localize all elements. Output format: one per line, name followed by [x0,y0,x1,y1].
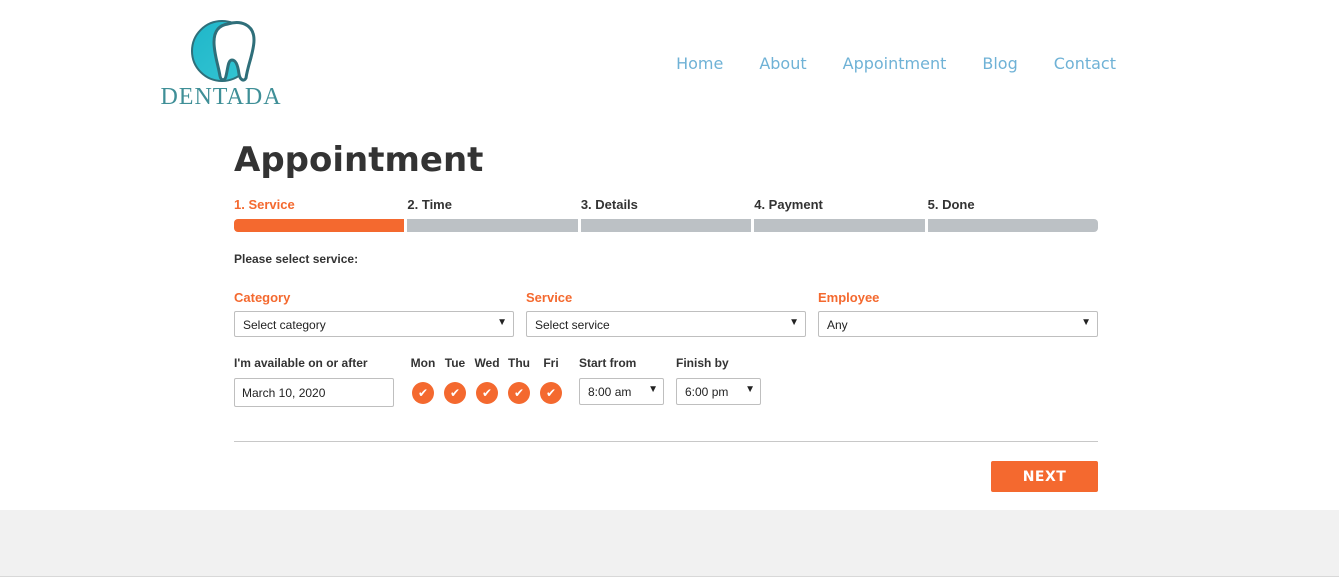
start-from-value: 8:00 am [588,385,632,399]
weekday-selector: Mon ✔ Tue ✔ Wed ✔ Thu ✔ Fri ✔ [409,356,565,404]
page-title: Appointment [234,140,484,180]
main-nav: Home About Appointment Blog Contact [676,54,1116,73]
logo-text: DENTADA [160,84,282,110]
category-value: Select category [243,318,326,332]
step-bar [234,219,405,232]
nav-blog[interactable]: Blog [982,54,1017,73]
step-bar [927,219,1099,232]
checkmark-icon[interactable]: ✔ [476,382,498,404]
date-label: I'm available on or after [234,356,368,370]
finish-by-label: Finish by [676,356,729,370]
day-wed: Wed ✔ [473,356,501,404]
caret-down-icon: ▼ [497,317,507,328]
day-label: Thu [508,356,530,370]
checkmark-icon[interactable]: ✔ [508,382,530,404]
date-field: I'm available on or after March 10, 2020 [234,356,394,407]
step-service: 1. Service [234,197,405,232]
step-bar [580,219,752,232]
form-divider [234,441,1098,442]
tooth-logo-icon [191,20,256,82]
employee-label: Employee [818,290,880,305]
category-label: Category [234,290,291,305]
nav-contact[interactable]: Contact [1054,54,1116,73]
start-from-select[interactable]: 8:00 am ▼ [579,378,664,405]
checkmark-icon[interactable]: ✔ [540,382,562,404]
caret-down-icon: ▼ [648,384,658,395]
step-time: 2. Time [407,197,578,232]
day-label: Tue [444,356,466,370]
step-label: 5. Done [927,197,975,212]
nav-appointment[interactable]: Appointment [843,54,947,73]
day-mon: Mon ✔ [409,356,437,404]
finish-by-value: 6:00 pm [685,385,729,399]
availability-row: I'm available on or after March 10, 2020… [234,356,1098,416]
finish-by-select[interactable]: 6:00 pm ▼ [676,378,761,405]
step-label: 3. Details [580,197,638,212]
caret-down-icon: ▼ [1081,317,1091,328]
day-label: Mon [410,356,436,370]
nav-home[interactable]: Home [676,54,723,73]
nav-about[interactable]: About [759,54,806,73]
start-from-label: Start from [579,356,637,370]
service-field: Service Select service ▼ [526,290,806,337]
service-label: Service [526,290,573,305]
site-logo[interactable]: DENTADA [158,18,284,112]
day-tue: Tue ✔ [441,356,469,404]
step-progress: 1. Service 2. Time 3. Details 4. Payment… [234,197,1099,232]
step-done: 5. Done [927,197,1099,232]
caret-down-icon: ▼ [789,317,799,328]
category-field: Category Select category ▼ [234,290,514,337]
category-select[interactable]: Select category ▼ [234,311,514,337]
step-bar [407,219,578,232]
service-select[interactable]: Select service ▼ [526,311,806,337]
step-label: 2. Time [407,197,452,212]
next-button[interactable]: NEXT [991,461,1098,492]
employee-value: Any [827,318,848,332]
step-payment: 4. Payment [754,197,925,232]
employee-field: Employee Any ▼ [818,290,1098,337]
day-label: Wed [474,356,500,370]
day-thu: Thu ✔ [505,356,533,404]
date-input[interactable]: March 10, 2020 [234,378,394,407]
step-label: 4. Payment [754,197,823,212]
site-header: DENTADA Home About Appointment Blog Cont… [0,0,1339,130]
checkmark-icon[interactable]: ✔ [444,382,466,404]
booking-form: Appointment 1. Service 2. Time 3. Detail… [234,140,1099,492]
page-footer [0,510,1339,577]
step-label: 1. Service [234,197,295,212]
finish-by-field: Finish by 6:00 pm ▼ [676,356,761,405]
day-label: Fri [543,356,559,370]
step-details: 3. Details [580,197,752,232]
step-bar [754,219,925,232]
service-value: Select service [535,318,610,332]
employee-select[interactable]: Any ▼ [818,311,1098,337]
start-from-field: Start from 8:00 am ▼ [579,356,664,405]
select-service-prompt: Please select service: [234,252,359,266]
caret-down-icon: ▼ [745,384,755,395]
checkmark-icon[interactable]: ✔ [412,382,434,404]
day-fri: Fri ✔ [537,356,565,404]
